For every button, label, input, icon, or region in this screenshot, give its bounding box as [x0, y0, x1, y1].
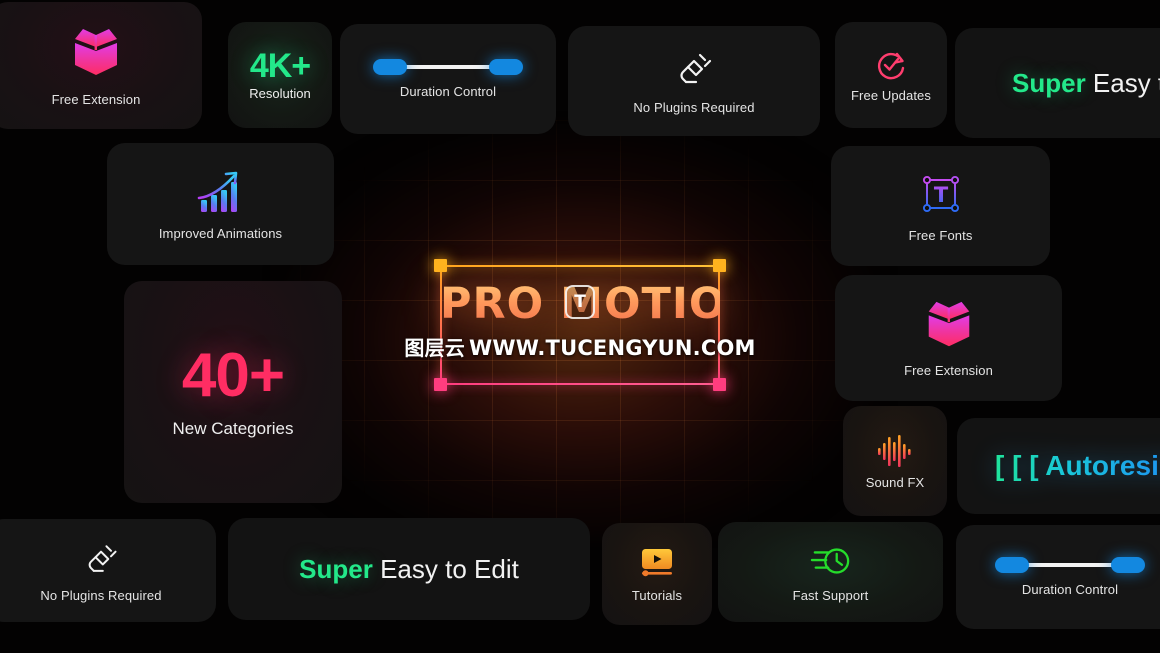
card-label: Duration Control: [1021, 582, 1119, 597]
card-improved-animations[interactable]: Improved Animations: [107, 143, 334, 265]
card-label: Fast Support: [792, 588, 869, 603]
slider-knob-left[interactable]: [995, 557, 1029, 573]
slider-knob-right[interactable]: [489, 59, 523, 75]
card-label: Free Extension: [904, 363, 993, 378]
selection-edge-top: [440, 265, 720, 267]
duration-slider-icon[interactable]: [373, 59, 523, 75]
card-label: Resolution: [249, 86, 311, 101]
slider-knob-right[interactable]: [1111, 557, 1145, 573]
card-label: Sound FX: [865, 474, 925, 490]
card-super-easy-bottom[interactable]: Super Easy to Edit: [228, 518, 590, 620]
super-highlight: Super: [1012, 67, 1086, 98]
open-box-icon: [65, 25, 127, 83]
slider-knob-left[interactable]: [373, 59, 407, 75]
card-label: Free Fonts: [908, 228, 973, 243]
card-duration-control-top[interactable]: Duration Control: [340, 24, 556, 134]
promo-showcase-canvas: Free Extension 4K+ Resolution Duration C…: [0, 0, 1160, 653]
svg-text:T: T: [933, 183, 948, 207]
card-label: Tutorials: [631, 588, 683, 603]
resolution-value: 4K+: [249, 47, 311, 85]
card-label: Free Extension: [51, 91, 141, 107]
plug-icon: [672, 47, 716, 91]
card-super-easy-top[interactable]: Super Easy to Edit: [955, 28, 1160, 138]
card-no-plugins-bottom[interactable]: No Plugins Required: [0, 519, 216, 622]
card-label: Improved Animations: [158, 226, 283, 241]
card-tutorials[interactable]: Tutorials: [602, 523, 712, 625]
card-no-plugins-top[interactable]: No Plugins Required: [568, 26, 820, 136]
card-label: New Categories: [172, 419, 294, 438]
text-tool-glyph: T: [574, 291, 586, 312]
open-box-icon: [919, 298, 979, 354]
card-autoresize[interactable]: [ [ [ Autoresize: [957, 418, 1160, 514]
card-free-fonts[interactable]: T Free Fonts: [831, 146, 1050, 266]
card-label: Duration Control: [399, 84, 497, 99]
card-label: Free Updates: [851, 87, 931, 103]
super-rest: Easy to Edit: [1092, 67, 1160, 98]
selection-handle-top-left[interactable]: [434, 259, 447, 272]
card-free-extension-top[interactable]: Free Extension: [0, 2, 202, 129]
selection-edge-bottom: [440, 383, 720, 385]
video-play-icon: [637, 545, 677, 581]
card-free-extension-right[interactable]: Free Extension: [835, 275, 1062, 401]
selection-handle-top-right[interactable]: [713, 259, 726, 272]
fast-clock-icon: [809, 541, 853, 581]
card-label: Super Easy to Edit: [1012, 68, 1160, 99]
card-label: No Plugins Required: [633, 100, 755, 115]
plug-icon: [81, 539, 121, 579]
card-sound-fx[interactable]: Sound FX: [843, 406, 947, 516]
selection-handle-bottom-left[interactable]: [434, 378, 447, 391]
card-free-updates[interactable]: Free Updates: [835, 22, 947, 128]
super-highlight: Super: [299, 553, 373, 584]
super-rest: Easy to Edit: [372, 553, 519, 584]
card-duration-control-bottom[interactable]: Duration Control: [956, 525, 1160, 629]
duration-slider-icon[interactable]: [995, 557, 1145, 573]
text-tool-icon[interactable]: T: [565, 285, 595, 319]
categories-value: 40+: [181, 341, 285, 410]
center-text-composition[interactable]: PRO MOTION T: [434, 259, 762, 391]
selection-handle-bottom-right[interactable]: [713, 378, 726, 391]
growth-chart-icon: [193, 167, 249, 217]
card-label: Super Easy to Edit: [299, 554, 519, 585]
waveform-icon: [875, 433, 915, 469]
refresh-check-icon: [874, 48, 908, 82]
card-resolution[interactable]: 4K+ Resolution: [228, 22, 332, 128]
text-box-icon: T: [916, 169, 966, 219]
card-new-categories[interactable]: 40+ New Categories: [124, 281, 342, 503]
card-label: No Plugins Required: [40, 587, 162, 603]
card-label: [ [ [ Autoresize: [995, 450, 1160, 482]
card-fast-support[interactable]: Fast Support: [718, 522, 943, 622]
